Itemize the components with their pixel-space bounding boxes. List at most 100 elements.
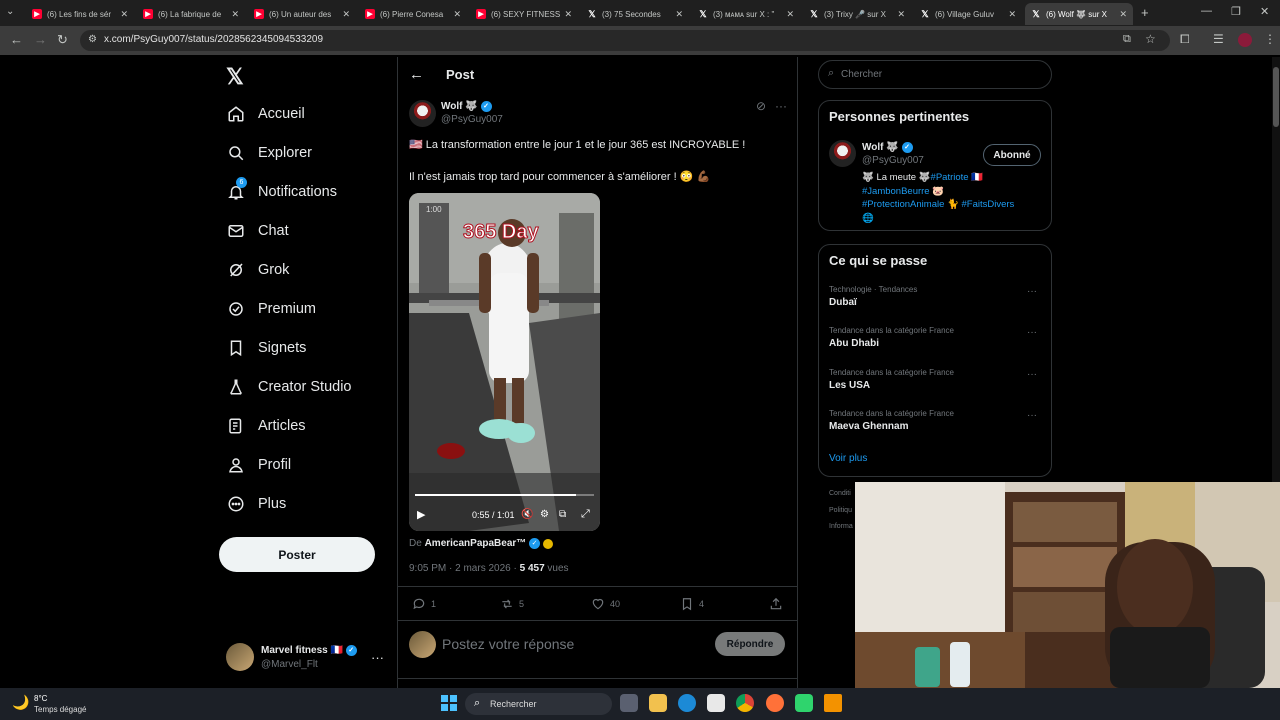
picture-in-picture-icon[interactable]: ⧉ [559,509,566,520]
author-name[interactable]: Wolf 🐺 ✓ [441,101,492,112]
post-button[interactable]: Poster [219,537,375,572]
reload-icon[interactable]: ↻ [57,32,68,48]
profile-avatar[interactable] [1238,33,1252,47]
nav-item-profile[interactable]: Profil [226,451,291,479]
address-bar[interactable]: ⚙ x.com/PsyGuy007/status/202856234509453… [80,30,1170,51]
nav-item-home[interactable]: Accueil [226,100,305,128]
show-more-link[interactable]: Voir plus [829,453,867,464]
nav-item-explore[interactable]: Explorer [226,139,312,167]
account-name[interactable]: Marvel fitness 🇫🇷 ✓ [261,645,357,656]
close-icon[interactable]: ✕ [675,9,683,20]
firefox-icon[interactable] [766,694,784,712]
site-info-icon[interactable]: ⚙ [88,34,97,45]
window-close-icon[interactable]: ✕ [1260,5,1269,18]
nav-item-creator-studio[interactable]: Creator Studio [226,373,352,401]
trend-more-icon[interactable]: ··· [1027,286,1037,297]
forward-icon[interactable]: → [34,32,47,47]
trend-name[interactable]: Abu Dhabi [829,338,879,349]
close-icon[interactable]: ✕ [231,9,239,20]
nav-item-bookmarks[interactable]: Signets [226,334,306,362]
author-avatar[interactable] [409,100,436,127]
relevant-avatar[interactable] [829,140,856,167]
edge-icon[interactable] [678,694,696,712]
browser-tab[interactable]: 𝕏 (3) ᴍᴀᴍᴀ sur X : " ✕ [692,3,800,25]
more-options-icon[interactable]: ··· [775,99,787,113]
close-icon[interactable]: ✕ [342,9,350,20]
file-explorer-icon[interactable] [649,694,667,712]
sidebar-toggle-icon[interactable]: ☰ [1213,32,1224,46]
close-icon[interactable]: ✕ [1008,9,1016,20]
reply-input[interactable]: Postez votre réponse [442,636,574,652]
fullscreen-icon[interactable]: ⤢ [581,508,590,521]
account-avatar[interactable] [226,643,254,671]
video-progress-track[interactable] [415,494,594,496]
trend-name[interactable]: Les USA [829,380,870,391]
scrollbar-thumb[interactable] [1273,67,1279,127]
menu-icon[interactable]: ⋮ [1264,32,1276,46]
task-view-icon[interactable] [620,694,638,712]
video-player[interactable]: 1:00 365 Day ▶ 0:55 / 1:01 🔇 ⚙ ⧉ ⤢ [409,193,600,531]
close-icon[interactable]: ✕ [897,9,905,20]
trend-more-icon[interactable]: ··· [1027,410,1037,421]
app-icon[interactable] [795,694,813,712]
footer-link[interactable]: Politiqu [829,507,852,514]
browser-tab[interactable]: ▶ (6) Pierre Conesa ✕ [359,3,467,25]
close-icon[interactable]: ✕ [120,9,128,20]
back-arrow-icon[interactable]: ← [409,66,424,83]
restore-icon[interactable]: ❐ [1231,5,1241,18]
chrome-icon[interactable] [736,694,754,712]
settings-icon[interactable]: ⚙ [540,509,549,520]
close-icon[interactable]: ✕ [786,9,794,20]
search-box[interactable]: ⌕ Chercher [818,60,1052,89]
reply-action[interactable]: 1 [412,597,436,611]
vlc-icon[interactable] [824,694,842,712]
browser-tab[interactable]: 𝕏 (3) 75 Secondes ✕ [581,3,689,25]
trend-name[interactable]: Maeva Ghennam [829,421,908,432]
weather-icon[interactable]: 🌙 [12,694,29,711]
back-icon[interactable]: ← [10,32,23,47]
browser-tab-active[interactable]: 𝕏 (6) Wolf 🐺 sur X ✕ [1025,3,1133,25]
play-icon[interactable]: ▶ [417,508,425,521]
windows-start-icon[interactable] [441,695,457,711]
browser-tab[interactable]: 𝕏 (3) Trixy 🎤 sur X ✕ [803,3,911,25]
reply-button[interactable]: Répondre [715,632,785,656]
like-action[interactable]: 40 [591,597,620,611]
browser-tab[interactable]: ▶ (6) Un auteur des ✕ [248,3,356,25]
browser-tab[interactable]: ▶ (6) Les fins de sér ✕ [26,3,134,25]
account-menu-icon[interactable]: ··· [371,650,384,665]
footer-link[interactable]: Conditi [829,490,851,497]
store-icon[interactable] [707,694,725,712]
trend-name[interactable]: Dubaï [829,297,857,308]
new-tab-icon[interactable]: + [1141,5,1149,20]
install-app-icon[interactable]: ⧉ [1123,33,1131,46]
trend-more-icon[interactable]: ··· [1027,327,1037,338]
repost-action[interactable]: 5 [500,597,524,611]
close-icon[interactable]: ✕ [564,9,572,20]
x-logo-icon[interactable]: 𝕏 [226,64,244,90]
nav-item-chat[interactable]: Chat [226,217,289,245]
browser-tab[interactable]: ▶ (6) La fabrique de ✕ [137,3,245,25]
minimize-icon[interactable]: — [1201,5,1212,17]
nav-item-grok[interactable]: Grok [226,256,289,284]
source-link[interactable]: AmericanPapaBear™ [425,538,527,549]
grok-icon[interactable]: ⊘ [756,99,766,113]
browser-tab[interactable]: 𝕏 (6) Village Guluv ✕ [914,3,1022,25]
extensions-icon[interactable]: ⧠ [1180,32,1190,47]
footer-link[interactable]: Informa [829,523,853,530]
follow-button[interactable]: Abonné [983,144,1041,166]
nav-item-notifications[interactable]: 6 Notifications [226,177,337,206]
tab-search-icon[interactable]: ⌄ [6,6,14,17]
trend-more-icon[interactable]: ··· [1027,369,1037,380]
mute-icon[interactable]: 🔇 [521,509,533,520]
nav-item-more[interactable]: Plus [226,490,286,518]
taskbar-search[interactable]: ⌕ Rechercher [465,693,612,715]
bookmark-action[interactable]: 4 [680,597,704,611]
share-action[interactable] [769,597,788,611]
nav-item-premium[interactable]: Premium [226,295,316,323]
close-icon[interactable]: ✕ [1119,9,1127,20]
nav-item-articles[interactable]: Articles [226,412,306,440]
relevant-name[interactable]: Wolf 🐺 ✓ [862,142,913,153]
browser-tab[interactable]: ▶ (6) SEXY FITNESS ✕ [470,3,578,25]
bookmark-star-icon[interactable]: ☆ [1145,32,1156,46]
close-icon[interactable]: ✕ [453,9,461,20]
